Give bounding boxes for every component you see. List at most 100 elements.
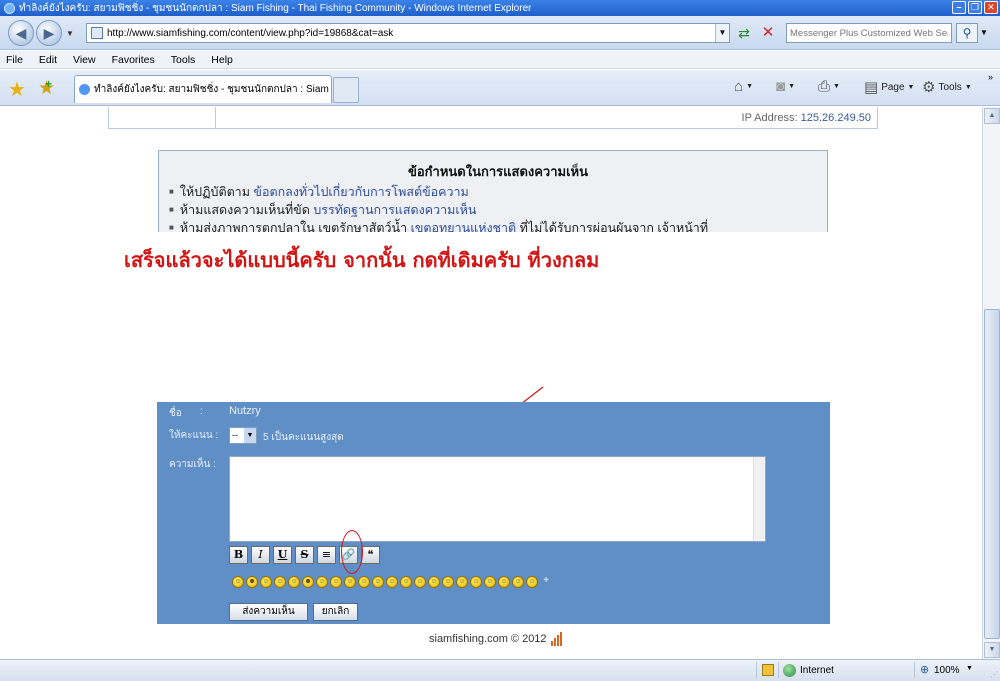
internet-zone-icon xyxy=(783,664,796,677)
textarea-scrollbar[interactable] xyxy=(753,457,765,541)
zoom-dropdown-icon[interactable]: ▼ xyxy=(966,665,973,672)
add-favorite-icon[interactable]: ★ xyxy=(38,77,55,100)
minimize-button[interactable]: – xyxy=(952,1,966,14)
rating-label: ให้คะแนน : xyxy=(169,430,219,441)
rule-item: ห้ามแสดงความเห็นที่ขัด บรรทัดฐานการแสดงค… xyxy=(169,202,827,220)
resize-grip-icon[interactable]: ⋰ xyxy=(990,670,998,679)
smiley-icon[interactable]: ☺ xyxy=(414,576,426,588)
menu-view[interactable]: View xyxy=(73,54,96,66)
rules-heading: ข้อกำหนดในการแสดงความเห็น xyxy=(407,164,589,179)
italic-button[interactable]: I xyxy=(251,546,270,564)
page-scrollbar[interactable]: ▲ ▼ xyxy=(982,107,1000,659)
menu-tools[interactable]: Tools xyxy=(171,54,196,66)
rule-link-national-park[interactable]: เขตอุทยานแห่งชาติ xyxy=(411,221,517,232)
smiley-icon[interactable]: ☺ xyxy=(372,576,384,588)
menu-favorites[interactable]: Favorites xyxy=(112,54,155,66)
scroll-up-icon[interactable]: ▲ xyxy=(984,108,1000,124)
menu-file[interactable]: File xyxy=(6,54,23,66)
underline-button[interactable]: U xyxy=(273,546,292,564)
arrow-left-icon: ◀ xyxy=(15,25,27,41)
window-controls: – ❐ ✕ xyxy=(952,1,998,14)
more-smileys-icon[interactable]: + xyxy=(540,576,552,588)
comment-label: ความเห็น : xyxy=(169,459,216,470)
smiley-icon[interactable]: ☺ xyxy=(400,576,412,588)
smiley-icon[interactable]: ☺ xyxy=(456,576,468,588)
tab-current-page[interactable]: ทำลิงค์ยังไงครับ: สยามฟิชชิ่ง - ชุมชนนัก… xyxy=(74,75,332,103)
page-icon: ▤ xyxy=(864,79,879,96)
zoom-icon: ⊕ xyxy=(920,664,930,676)
smiley-icon[interactable]: ☺ xyxy=(386,576,398,588)
search-input[interactable] xyxy=(786,23,952,43)
zoom-level[interactable]: 100% xyxy=(934,665,960,676)
stop-icon: ✕ xyxy=(761,24,775,41)
menu-edit[interactable]: Edit xyxy=(39,54,57,66)
bold-button[interactable]: B xyxy=(229,546,248,564)
window-title: ทำลิงค์ยังไงครับ: สยามฟิชชิ่ง - ชุมชนนัก… xyxy=(19,2,532,14)
site-footer: siamfishing.com © 2012 xyxy=(429,632,562,646)
rating-select[interactable]: -- ▼ xyxy=(229,427,257,444)
smiley-icon[interactable]: ☺ xyxy=(344,576,356,588)
print-button[interactable]: ⎙ ▼ xyxy=(818,78,840,95)
address-bar[interactable]: http://www.siamfishing.com/content/view.… xyxy=(86,23,730,43)
smiley-icon[interactable]: ☺ xyxy=(498,576,510,588)
strike-button[interactable]: S xyxy=(295,546,314,564)
smiley-icon[interactable]: ☺ xyxy=(316,576,328,588)
ip-address: IP Address: 125.26.249.50 xyxy=(741,112,871,124)
search-options-dropdown[interactable]: ▼ xyxy=(980,28,988,37)
smiley-icon[interactable]: ☺ xyxy=(484,576,496,588)
tools-menu-button[interactable]: ⚙ Tools ▼ xyxy=(922,78,972,96)
smiley-icon[interactable]: ☻ xyxy=(246,576,258,588)
smiley-row: ☺ ☻ ☺ ☺ ☺ ☻ ☺ ☺ ☺ ☺ ☺ ☺ ☺ ☺ ☺ ☺ ☺ ☺ ☺ ☺ ☺ ☺ + xyxy=(232,576,552,588)
cancel-button[interactable]: ยกเลิก xyxy=(313,603,358,621)
quote-button[interactable]: ❝ xyxy=(361,546,380,564)
smiley-icon[interactable]: ☺ xyxy=(470,576,482,588)
home-button[interactable]: ⌂ ▼ xyxy=(734,78,753,95)
scroll-thumb[interactable] xyxy=(984,309,1000,639)
new-tab-button[interactable] xyxy=(333,77,359,103)
search-button[interactable]: ⚲ xyxy=(956,23,978,43)
smiley-icon[interactable]: ☺ xyxy=(288,576,300,588)
name-label: ชื่อ xyxy=(169,408,182,419)
submit-comment-button[interactable]: ส่งความเห็น xyxy=(229,603,308,621)
smiley-icon[interactable]: ☺ xyxy=(428,576,440,588)
status-bar: Internet ⊕ 100% ▼ ⋰ xyxy=(0,659,1000,681)
address-dropdown-button[interactable]: ▼ xyxy=(715,24,729,42)
favorites-star-icon[interactable]: ★ xyxy=(8,77,26,102)
window-titlebar: ทำลิงค์ยังไงครับ: สยามฟิชชิ่ง - ชุมชนนัก… xyxy=(0,0,1000,16)
scroll-down-icon[interactable]: ▼ xyxy=(984,642,1000,658)
smiley-icon[interactable]: ☺ xyxy=(330,576,342,588)
forward-button[interactable]: ▶ xyxy=(36,20,62,46)
rss-icon: ◙ xyxy=(776,78,786,95)
security-zone-label[interactable]: Internet xyxy=(800,665,834,676)
center-button[interactable]: ≡ xyxy=(317,546,336,564)
menu-bar: File Edit View Favorites Tools Help xyxy=(0,51,1000,69)
smiley-icon[interactable]: ☺ xyxy=(232,576,244,588)
feeds-button[interactable]: ◙ ▼ xyxy=(776,78,795,95)
tab-command-bar: ★ ★ ทำลิงค์ยังไงครับ: สยามฟิชชิ่ง - ชุมช… xyxy=(0,70,1000,106)
protected-mode-icon[interactable] xyxy=(762,664,774,676)
rule-link-posting-terms[interactable]: ข้อตกลงทั่วไปเกี่ยวกับการโพสต์ข้อความ xyxy=(253,185,468,199)
back-button[interactable]: ◀ xyxy=(8,20,34,46)
comment-form: ชื่อ : Nutzry ให้คะแนน : -- ▼ 5 เป็นคะแน… xyxy=(157,402,830,624)
smiley-icon[interactable]: ☺ xyxy=(358,576,370,588)
menu-help[interactable]: Help xyxy=(211,54,233,66)
chevron-more-icon[interactable]: » xyxy=(988,72,993,82)
rule-link-comment-norms[interactable]: บรรทัดฐานการแสดงความเห็น xyxy=(313,203,476,217)
smiley-icon[interactable]: ☺ xyxy=(526,576,538,588)
page-menu-button[interactable]: ▤ Page ▼ xyxy=(864,78,914,96)
stop-button[interactable]: ✕ xyxy=(758,23,778,43)
smiley-icon[interactable]: ☻ xyxy=(302,576,314,588)
refresh-button[interactable]: ⇄ xyxy=(734,23,754,43)
recent-pages-dropdown[interactable]: ▼ xyxy=(66,29,74,38)
smiley-icon[interactable]: ☺ xyxy=(442,576,454,588)
comment-textarea[interactable] xyxy=(229,456,766,542)
chevron-down-icon: ▼ xyxy=(244,428,256,443)
page-icon xyxy=(91,27,103,39)
stats-logo-icon[interactable] xyxy=(550,632,562,646)
close-window-button[interactable]: ✕ xyxy=(984,1,998,14)
refresh-icon: ⇄ xyxy=(738,25,750,41)
smiley-icon[interactable]: ☺ xyxy=(274,576,286,588)
smiley-icon[interactable]: ☺ xyxy=(512,576,524,588)
smiley-icon[interactable]: ☺ xyxy=(260,576,272,588)
maximize-button[interactable]: ❐ xyxy=(968,1,982,14)
